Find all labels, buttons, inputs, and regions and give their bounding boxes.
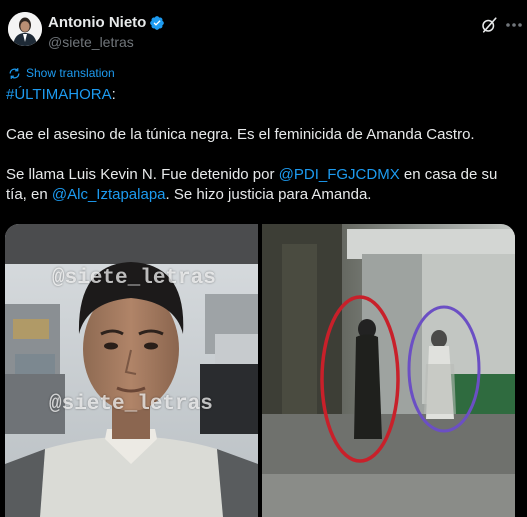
hashtag-link[interactable]: #ÚLTIMAHORA [6,86,112,103]
avatar-image [8,12,42,46]
watermark-text: @siete_letras [49,393,213,416]
more-options-icon[interactable] [505,22,523,28]
tweet-text-segment: . Se hizo justicia para Amanda. [165,186,372,203]
watermark-text: @siete_letras [52,267,216,290]
tweet-paragraph-2: Cae el asesino de la túnica negra. Es el… [6,126,475,143]
surveillance-photo[interactable] [262,224,515,517]
media-gallery: @siete_letras @siete_letras [5,224,515,517]
tweet-header: Antonio Nieto @siete_letras [8,10,527,54]
author-display-name[interactable]: Antonio Nieto [48,14,146,31]
mention-iztapalapa-link[interactable]: @Alc_Iztapalapa [52,186,166,203]
mention-pdi-link[interactable]: @PDI_FGJCDMX [279,166,400,183]
tweet-text-segment: Se llama Luis Kevin N. Fue detenido por [6,166,279,183]
surveillance-photo-image [262,224,515,517]
author-handle[interactable]: @siete_letras [48,34,134,50]
grok-icon[interactable] [480,16,498,34]
avatar[interactable] [8,12,42,46]
verified-badge-icon [150,15,165,30]
translate-icon [9,67,20,79]
show-translation-link[interactable]: Show translation [8,66,115,80]
show-translation-label[interactable]: Show translation [26,66,115,80]
tweet-body: #ÚLTIMAHORA: Cae el asesino de la túnica… [6,85,516,205]
hashtag-colon: : [111,86,116,103]
tweet-paragraph-3: Se llama Luis Kevin N. Fue detenido por … [6,165,516,205]
suspect-photo[interactable]: @siete_letras @siete_letras [5,224,258,517]
